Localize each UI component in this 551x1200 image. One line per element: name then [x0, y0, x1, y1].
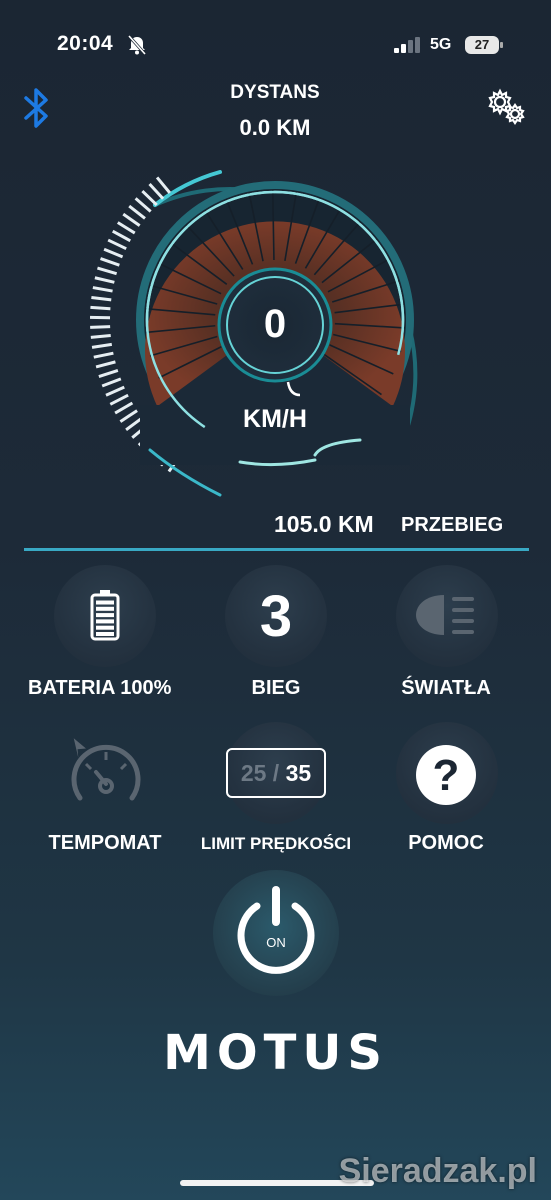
battery-tile[interactable] — [54, 565, 156, 667]
gauge-tick — [90, 305, 111, 311]
battery-bar — [96, 619, 114, 624]
distance-value: 0.0 KM — [239, 115, 311, 140]
gauge-tick — [100, 257, 120, 267]
battery-bar — [96, 613, 114, 618]
cruise-tile[interactable] — [54, 722, 156, 824]
gauge-tick — [93, 351, 114, 359]
limit-high: 35 — [285, 760, 312, 786]
speed-limit-label: LIMIT PRĘDKOŚCI — [200, 834, 352, 853]
battery-label: BATERIA 100% — [28, 677, 172, 699]
limit-low: 25 — [240, 760, 267, 786]
lights-tile[interactable] — [396, 565, 498, 667]
question-icon: ? — [416, 745, 476, 805]
gauge-tick — [90, 334, 111, 339]
power-label: ON — [266, 935, 286, 950]
gauge-tick — [105, 385, 125, 397]
help-tile[interactable]: ? — [396, 722, 498, 824]
limit-sep: / — [272, 760, 280, 786]
headlight-icon — [416, 595, 474, 635]
power-button[interactable]: ON — [213, 870, 339, 996]
gauge-tick — [125, 416, 144, 431]
gauge-tick — [91, 342, 113, 349]
distance-label: DYSTANS — [230, 82, 320, 103]
gauge-tick — [128, 204, 146, 220]
brand-logo: MOTUS — [163, 1025, 388, 1081]
gear-label: BIEG — [251, 677, 301, 699]
watermark: Sieradzak.pl — [338, 1152, 537, 1190]
battery-bar — [96, 632, 114, 636]
battery-icon — [90, 590, 120, 641]
gauge-tick — [91, 295, 112, 302]
gauge-tick — [148, 183, 165, 200]
odometer-value: 105.0 KM — [274, 511, 374, 537]
battery-tip — [500, 42, 503, 48]
gear-value: 3 — [259, 584, 293, 649]
power-icon — [237, 886, 315, 974]
speed-unit: KM/H — [243, 405, 307, 433]
odometer-label: PRZEBIEG — [401, 514, 504, 536]
battery-bar — [96, 625, 114, 630]
network-type: 5G — [430, 36, 452, 53]
gauge-tick — [97, 266, 118, 276]
lights-label: ŚWIATŁA — [401, 677, 491, 699]
signal-icon — [394, 37, 420, 53]
gauge-tick — [92, 286, 113, 293]
gauge-tick — [101, 377, 122, 388]
gauge-tick — [119, 409, 138, 423]
gauge-tick — [103, 247, 124, 259]
help-label: POMOC — [408, 832, 484, 854]
gauge-tick — [98, 369, 119, 378]
divider-line — [24, 548, 529, 551]
gauge-tick — [114, 401, 134, 415]
speed-limit-box: 25 / 35 — [226, 748, 326, 798]
gauge-tick — [112, 229, 131, 243]
speed-value: 0 — [263, 302, 287, 346]
gauge-tick — [141, 189, 158, 207]
battery-bar — [96, 606, 114, 611]
gauge-tick — [95, 360, 116, 369]
status-battery: 27 — [465, 36, 499, 54]
gauge-tick — [109, 393, 129, 406]
status-time: 20:04 — [57, 32, 114, 55]
gauge-tick — [94, 276, 115, 284]
speed-limit-tile[interactable]: 25 / 35 — [225, 722, 327, 824]
cruise-control-icon — [71, 738, 141, 801]
gear-settings-icon[interactable] — [484, 86, 530, 130]
bluetooth-icon[interactable] — [20, 86, 54, 130]
bell-slash-icon — [127, 35, 147, 55]
gauge-tick — [116, 221, 136, 235]
gauge-tick — [107, 238, 127, 251]
gauge-tick — [155, 176, 171, 194]
gauge-tick — [122, 212, 141, 227]
cruise-label: TEMPOMAT — [48, 832, 162, 854]
gear-tile[interactable]: 3 — [225, 565, 327, 667]
gauge-tick — [134, 197, 152, 213]
gauge-tick — [90, 325, 111, 329]
battery-bar — [96, 600, 114, 605]
